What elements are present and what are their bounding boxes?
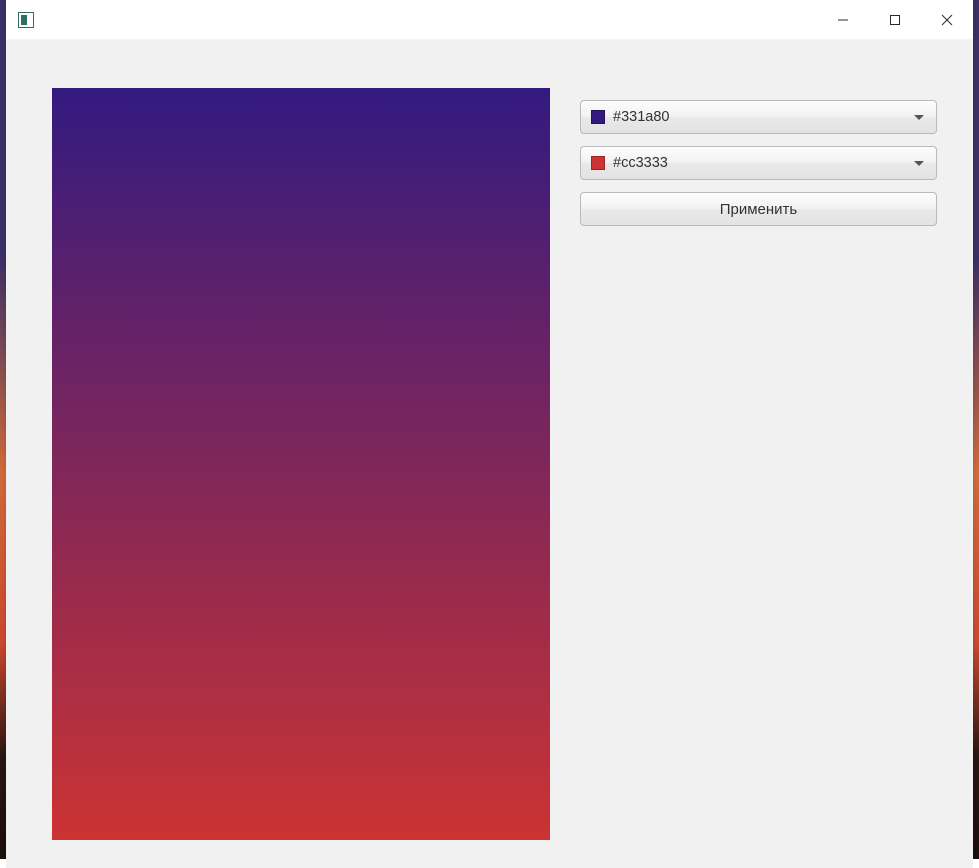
color-picker-top-value: #331a80 [613, 109, 906, 125]
side-panel: #331a80 #cc3333 Применить [580, 88, 937, 840]
color-swatch-icon [591, 110, 605, 124]
close-icon [941, 14, 953, 26]
gradient-preview [52, 88, 550, 840]
chevron-down-icon [914, 115, 924, 120]
color-picker-bottom-value: #cc3333 [613, 155, 906, 171]
minimize-button[interactable] [817, 0, 869, 40]
minimize-icon [837, 14, 849, 26]
app-window: #331a80 #cc3333 Применить [6, 0, 973, 853]
maximize-button[interactable] [869, 0, 921, 40]
color-picker-bottom[interactable]: #cc3333 [580, 146, 937, 180]
titlebar [6, 0, 973, 40]
apply-button[interactable]: Применить [580, 192, 937, 226]
maximize-icon [889, 14, 901, 26]
chevron-down-icon [914, 161, 924, 166]
close-button[interactable] [921, 0, 973, 40]
color-swatch-icon [591, 156, 605, 170]
client-area: #331a80 #cc3333 Применить [6, 40, 973, 868]
apply-button-label: Применить [720, 201, 798, 218]
app-icon [18, 12, 34, 28]
color-picker-top[interactable]: #331a80 [580, 100, 937, 134]
